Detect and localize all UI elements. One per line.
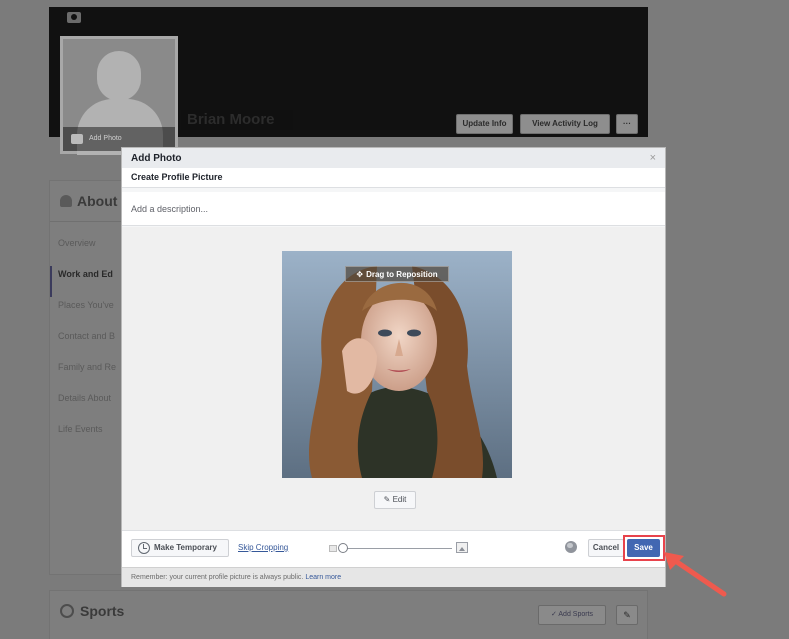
dialog-subheader: Create Profile Picture (122, 168, 665, 188)
more-options-button[interactable]: ··· (616, 114, 638, 134)
sports-ball-icon (60, 604, 74, 618)
about-nav-item-work-education[interactable]: Work and Ed (50, 266, 130, 297)
about-nav-item-places[interactable]: Places You've (50, 297, 130, 328)
make-temporary-label: Make Temporary (154, 543, 217, 552)
skip-cropping-link[interactable]: Skip Cropping (238, 543, 288, 552)
description-input[interactable] (122, 192, 665, 225)
person-icon (60, 195, 72, 207)
description-row (122, 192, 665, 226)
globe-icon (565, 541, 577, 553)
zoom-out-image-icon (329, 545, 337, 552)
clock-icon (138, 542, 150, 554)
close-icon[interactable]: × (650, 152, 656, 164)
dialog-footer: Make Temporary Skip Cropping Cancel Save (122, 530, 665, 567)
about-nav: Overview Work and Ed Places You've Conta… (50, 235, 130, 452)
sports-card: Sports ✓ Add Sports ✎ (49, 590, 648, 639)
make-temporary-button[interactable]: Make Temporary (131, 539, 229, 557)
sports-heading: Sports (60, 603, 124, 619)
add-photo-label: Add Photo (89, 135, 122, 142)
about-nav-item-details[interactable]: Details About (50, 390, 130, 421)
about-nav-item-overview[interactable]: Overview (50, 235, 130, 266)
create-profile-picture-title: Create Profile Picture (131, 172, 223, 182)
about-nav-item-contact[interactable]: Contact and B (50, 328, 130, 359)
cancel-button[interactable]: Cancel (588, 539, 624, 557)
zoom-slider-track[interactable] (340, 548, 452, 549)
edit-label: Edit (392, 495, 407, 504)
move-icon: ✥ (356, 270, 364, 279)
zoom-in-image-icon (456, 542, 468, 553)
crop-area: ✥ Drag to Reposition ✎ Edit (122, 227, 665, 530)
profile-photo-preview[interactable]: ✥ Drag to Reposition (282, 251, 512, 478)
privacy-note-text: Remember: your current profile picture i… (131, 574, 304, 581)
drag-to-reposition-hint: ✥ Drag to Reposition (345, 266, 449, 282)
edit-photo-button[interactable]: ✎ Edit (374, 491, 416, 509)
view-activity-log-button[interactable]: View Activity Log (520, 114, 610, 134)
add-sports-button[interactable]: ✓ Add Sports (538, 605, 606, 625)
cover-camera-icon[interactable] (67, 12, 81, 23)
portrait-image (282, 251, 512, 478)
learn-more-link[interactable]: Learn more (305, 574, 341, 581)
edit-sports-button[interactable]: ✎ (616, 605, 638, 625)
dialog-header: Add Photo × (122, 148, 665, 168)
about-title-text: About (77, 193, 118, 209)
profile-user-name[interactable]: Brian Moore (181, 110, 293, 130)
camera-icon (71, 134, 83, 144)
about-nav-item-family[interactable]: Family and Re (50, 359, 130, 390)
zoom-slider-handle[interactable] (338, 543, 348, 553)
about-nav-item-life-events[interactable]: Life Events (50, 421, 130, 452)
about-heading: About (60, 193, 117, 209)
magic-wand-icon: ✎ (383, 495, 391, 504)
profile-picture[interactable]: Add Photo (60, 36, 178, 155)
dialog-title: Add Photo (131, 153, 182, 164)
privacy-note: Remember: your current profile picture i… (122, 567, 665, 587)
update-info-button[interactable]: Update Info (456, 114, 513, 134)
avatar-head-silhouette (97, 51, 141, 101)
add-photo-dialog: Add Photo × Create Profile Picture Add a… (121, 147, 666, 587)
annotation-arrow-icon (664, 552, 727, 597)
pencil-icon: ✎ (623, 610, 631, 620)
save-button[interactable]: Save (627, 539, 660, 557)
drag-hint-label: Drag to Reposition (366, 270, 438, 279)
sports-title-text: Sports (80, 603, 125, 619)
